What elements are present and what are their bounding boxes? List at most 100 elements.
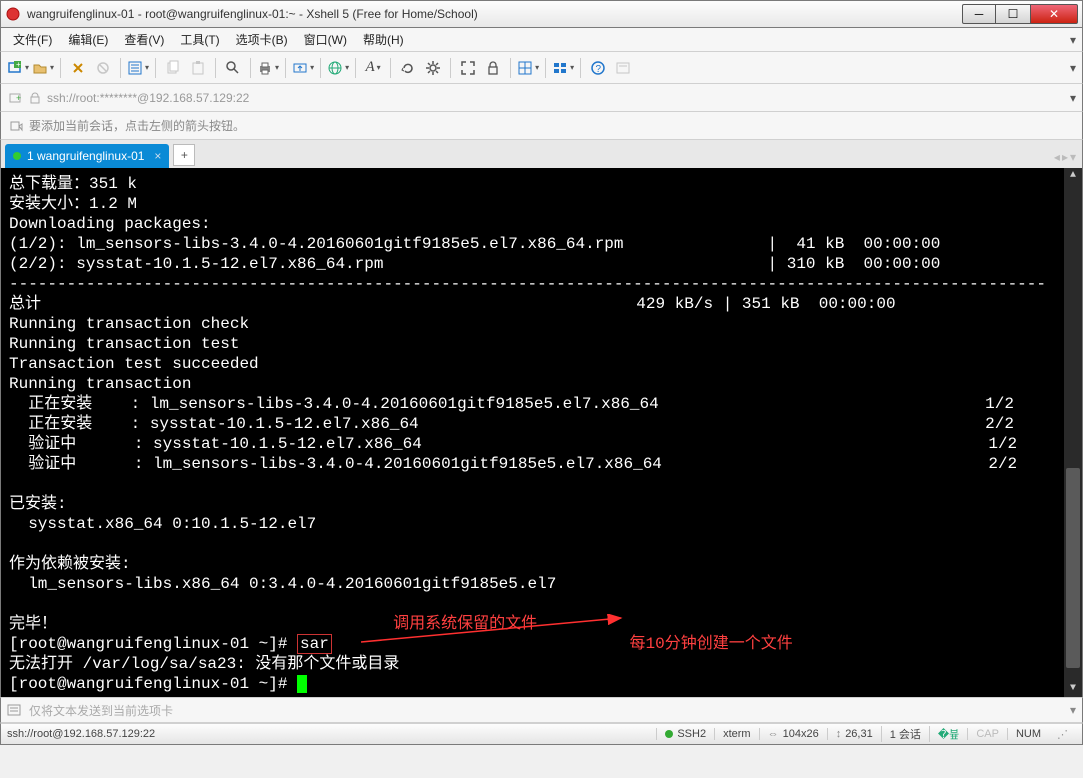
help-button[interactable]: ? — [587, 57, 609, 79]
tab-close-icon[interactable]: × — [154, 149, 161, 163]
t-prompt: [root@wangruifenglinux-01 ~]# — [9, 675, 297, 693]
t-prompt: [root@wangruifenglinux-01 ~]# — [9, 635, 297, 653]
copy-button[interactable] — [162, 57, 184, 79]
address-overflow-icon[interactable]: ▾ — [1070, 91, 1076, 105]
t-line: Transaction test succeeded — [9, 355, 259, 373]
t-line: 正在安装 : lm_sensors-libs-3.4.0-4.20160601g… — [9, 395, 1014, 413]
t-line: Running transaction — [9, 375, 191, 393]
menu-tab[interactable]: 选项卡(B) — [230, 29, 294, 50]
annotation-line1: 调用系统保留的文件 — [393, 615, 537, 633]
terminal-container: 总下载量：351 k 安装大小：1.2 M Downloading packag… — [0, 168, 1083, 697]
maximize-button[interactable]: ☐ — [996, 4, 1030, 24]
t-line: 安装大小：1.2 M — [9, 195, 137, 213]
send-dropdown-icon[interactable]: ▾ — [1070, 703, 1076, 717]
menubar: 文件(F) 编辑(E) 查看(V) 工具(T) 选项卡(B) 窗口(W) 帮助(… — [0, 28, 1083, 52]
about-button[interactable] — [612, 57, 634, 79]
toolbar: + A ? ▾ — [0, 52, 1083, 84]
t-dash: ----------------------------------------… — [9, 275, 1046, 293]
tab-menu-icon[interactable]: ▾ — [1070, 150, 1076, 164]
t-line: 正在安装 : sysstat-10.1.5-12.el7.x86_64 2/2 — [9, 415, 1014, 433]
status-size: ⇔ 104x26 — [759, 728, 827, 740]
highlighted-command: sar — [297, 634, 332, 654]
green-dot-icon — [665, 730, 673, 738]
menu-edit[interactable]: 编辑(E) — [62, 29, 114, 50]
session-tab[interactable]: 1 wangruifenglinux-01 × — [5, 144, 169, 168]
new-session-button[interactable]: + — [7, 57, 29, 79]
t-line: 无法打开 /var/log/sa/sa23: 没有那个文件或目录 — [9, 655, 399, 673]
tab-prev-icon[interactable]: ◂ — [1054, 150, 1060, 164]
close-button[interactable]: ✕ — [1030, 4, 1078, 24]
send-input[interactable]: 仅将文本发送到当前选项卡 — [29, 702, 1064, 719]
status-dot-icon — [13, 152, 21, 160]
window-controls: ─ ☐ ✕ — [962, 4, 1078, 24]
t-line: (2/2): sysstat-10.1.5-12.el7.x86_64.rpm … — [9, 255, 940, 273]
session-add-icon[interactable]: + — [9, 91, 23, 105]
fullscreen-button[interactable] — [457, 57, 479, 79]
open-button[interactable] — [32, 57, 54, 79]
print-button[interactable] — [257, 57, 279, 79]
tab-next-icon[interactable]: ▸ — [1062, 150, 1068, 164]
status-cap: CAP — [967, 728, 1007, 740]
view-mode-button[interactable] — [552, 57, 574, 79]
gear-button[interactable] — [422, 57, 444, 79]
tabstrip: 1 wangruifenglinux-01 × + ◂ ▸ ▾ — [0, 140, 1083, 168]
disconnect-button[interactable] — [92, 57, 114, 79]
t-line: 已安装: — [9, 495, 67, 513]
tab-label: 1 wangruifenglinux-01 — [27, 149, 144, 163]
sendbar: 仅将文本发送到当前选项卡 ▾ — [0, 697, 1083, 723]
menu-tools[interactable]: 工具(T) — [174, 29, 225, 50]
t-line: 总下载量：351 k — [9, 175, 137, 193]
status-address: ssh://root@192.168.57.129:22 — [7, 728, 656, 740]
layout-button[interactable] — [517, 57, 539, 79]
t-line: (1/2): lm_sensors-libs-3.4.0-4.20160601g… — [9, 235, 940, 253]
paste-button[interactable] — [187, 57, 209, 79]
t-line: Running transaction check — [9, 315, 249, 333]
font-button[interactable]: A — [362, 57, 384, 79]
resize-grip-icon[interactable]: ⋰ — [1049, 728, 1076, 741]
scroll-up-icon[interactable]: ▲ — [1064, 168, 1082, 184]
svg-text:+: + — [16, 60, 21, 69]
globe-button[interactable] — [327, 57, 349, 79]
annotation-line2: 每10分钟创建一个文件 — [630, 635, 793, 653]
hint-icon — [9, 119, 23, 133]
new-tab-button[interactable]: + — [173, 144, 195, 166]
menu-window[interactable]: 窗口(W) — [298, 29, 353, 50]
menu-help[interactable]: 帮助(H) — [357, 29, 410, 50]
refresh-button[interactable] — [397, 57, 419, 79]
hint-text: 要添加当前会话，点击左侧的箭头按钮。 — [29, 117, 245, 134]
send-icon[interactable] — [7, 703, 23, 717]
scroll-thumb[interactable] — [1066, 468, 1080, 668]
status-ssh: SSH2 — [656, 728, 714, 740]
find-button[interactable] — [222, 57, 244, 79]
svg-text:+: + — [16, 93, 21, 103]
statusbar: ssh://root@192.168.57.129:22 SSH2 xterm … — [0, 723, 1083, 745]
lock-button[interactable] — [482, 57, 504, 79]
terminal[interactable]: 总下载量：351 k 安装大小：1.2 M Downloading packag… — [1, 168, 1082, 697]
menu-view[interactable]: 查看(V) — [118, 29, 170, 50]
status-sessions: 1 会话 — [881, 726, 929, 742]
t-line: 完毕！ — [9, 615, 57, 633]
window-title: wangruifenglinux-01 - root@wangruifengli… — [27, 7, 962, 21]
properties-button[interactable] — [127, 57, 149, 79]
cursor — [297, 675, 307, 693]
t-line: 验证中 : sysstat-10.1.5-12.el7.x86_64 1/2 — [9, 435, 1017, 453]
status-connect-icon: �븊 — [929, 726, 967, 742]
menu-overflow-icon[interactable]: ▾ — [1070, 33, 1076, 47]
scroll-down-icon[interactable]: ▼ — [1064, 681, 1082, 697]
t-line: 作为依赖被安装: — [9, 555, 131, 573]
minimize-button[interactable]: ─ — [962, 4, 996, 24]
t-line: Running transaction test — [9, 335, 239, 353]
status-term: xterm — [714, 728, 759, 740]
toolbar-overflow-icon[interactable]: ▾ — [1070, 61, 1076, 75]
reconnect-button[interactable] — [67, 57, 89, 79]
t-line: 验证中 : lm_sensors-libs-3.4.0-4.20160601gi… — [9, 455, 1017, 473]
hintbar: 要添加当前会话，点击左侧的箭头按钮。 — [0, 112, 1083, 140]
address-url[interactable]: ssh://root:********@192.168.57.129:22 — [47, 91, 249, 105]
status-pos: ↕ 26,31 — [827, 728, 881, 740]
menu-file[interactable]: 文件(F) — [7, 29, 58, 50]
titlebar: wangruifenglinux-01 - root@wangruifengli… — [0, 0, 1083, 28]
t-line: 总计 429 kB/s | 351 kB 00:00:00 — [9, 295, 896, 313]
terminal-scrollbar[interactable]: ▲ ▼ — [1064, 168, 1082, 697]
file-transfer-button[interactable] — [292, 57, 314, 79]
svg-text:?: ? — [596, 64, 602, 75]
